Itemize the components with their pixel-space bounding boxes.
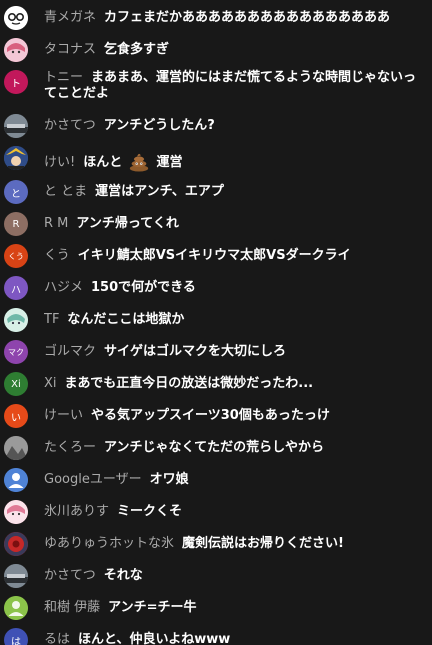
message-text: やる気アップスイーツ30個もあったっけ [91, 408, 330, 423]
author-name[interactable]: けーい [44, 408, 83, 423]
message-text: 運営はアンチ、エアプ [95, 184, 224, 199]
message-text: 150で何ができる [91, 280, 196, 295]
anime-girl-avatar[interactable] [4, 38, 28, 62]
user-initial-avatar[interactable]: ハ [4, 276, 28, 300]
message-text: まあまあ、運営的にはまだ慌てるような時間じゃないってことだよ [44, 70, 417, 101]
author-name[interactable]: かさてつ [44, 118, 96, 133]
message-text: サイゲはゴルマクを大切にしろ [104, 344, 287, 359]
user-initial-avatar[interactable]: R [4, 212, 28, 236]
author-name[interactable]: 青メガネ [44, 10, 96, 25]
anime-girl-avatar[interactable] [4, 308, 28, 332]
chat-message: くう くう イキリ鯖太郎VSイキリウマ太郎VSダークライ [0, 238, 432, 270]
author-name[interactable]: と とま [44, 184, 87, 199]
chat-message: い けーい やる気アップスイーツ30個もあったっけ [0, 398, 432, 430]
chat-message: かさてつ それな [0, 558, 432, 590]
author-name[interactable]: るは [44, 632, 70, 645]
message-text: アンチじゃなくてただの荒らしやから [104, 440, 324, 455]
chat-message: 和樹 伊藤 アンチ=チー牛 [0, 590, 432, 622]
author-name[interactable]: Xi [44, 376, 57, 391]
message-text-suffix: 運営 [156, 155, 183, 170]
message-text: 魔剣伝説はお帰りください! [182, 536, 344, 551]
live-chat-list: 青メガネ カフェまだかああああああああああああああああ タコナス 乞食多すぎ ト ト… [0, 0, 432, 645]
author-name[interactable]: ハジメ [44, 280, 83, 295]
chat-message: Googleユーザー オワ娘 [0, 462, 432, 494]
glasses-face-avatar[interactable] [4, 6, 28, 30]
chat-message: は るは ほんと、仲良いよねwww [0, 622, 432, 645]
message-text: イキリ鯖太郎VSイキリウマ太郎VSダークライ [77, 248, 351, 263]
anime-girl-avatar[interactable] [4, 500, 28, 524]
user-initial-avatar[interactable]: ト [4, 70, 28, 94]
message-text: アンチ=チー牛 [108, 600, 197, 615]
chat-message: 氷川ありす ミークくそ [0, 494, 432, 526]
author-name[interactable]: 和樹 伊藤 [44, 600, 100, 615]
chat-message: 青メガネ カフェまだかああああああああああああああああ [0, 0, 432, 32]
green-person-avatar[interactable] [4, 596, 28, 620]
author-name[interactable]: TF [44, 312, 59, 327]
message-text: それな [103, 568, 143, 583]
message-text: オワ娘 [149, 472, 189, 487]
author-name[interactable]: タコナス [44, 42, 96, 57]
anime-character-avatar[interactable] [4, 146, 28, 170]
message-text: ほんと [83, 155, 123, 170]
chat-message: たくろー アンチじゃなくてただの荒らしやから [0, 430, 432, 462]
user-initial-avatar[interactable]: くう [4, 244, 28, 268]
chat-message: けい! ほんと 運営 [0, 140, 432, 174]
user-initial-avatar[interactable]: マク [4, 340, 28, 364]
author-name[interactable]: たくろー [44, 440, 96, 455]
chat-message: ト トニー まあまあ、運営的にはまだ慌てるような時間じゃないってことだよ [0, 64, 432, 108]
chat-message: タコナス 乞食多すぎ [0, 32, 432, 64]
author-name[interactable]: けい! [44, 155, 75, 170]
author-name[interactable]: 氷川ありす [44, 504, 109, 519]
author-name[interactable]: くう [44, 248, 70, 263]
author-name[interactable]: Googleユーザー [44, 472, 142, 487]
user-initial-avatar[interactable]: は [4, 628, 28, 645]
message-text: なんだここは地獄か [67, 312, 185, 327]
default-user-avatar[interactable] [4, 468, 28, 492]
train-photo-avatar[interactable] [4, 114, 28, 138]
chat-message: ハ ハジメ 150で何ができる [0, 270, 432, 302]
chat-message: マク ゴルマク サイゲはゴルマクを大切にしろ [0, 334, 432, 366]
chat-message: かさてつ アンチどうしたん? [0, 108, 432, 140]
user-initial-avatar[interactable]: い [4, 404, 28, 428]
user-initial-avatar[interactable]: Xi [4, 372, 28, 396]
chat-message: と と とま 運営はアンチ、エアプ [0, 174, 432, 206]
message-text: まあでも正直今日の放送は微妙だったわ... [64, 376, 314, 391]
author-name[interactable]: ゆありゅうホットな氷 [44, 536, 174, 551]
chat-message: R R M アンチ帰ってくれ [0, 206, 432, 238]
chat-message: ゆありゅうホットな氷 魔剣伝説はお帰りください! [0, 526, 432, 558]
message-text: アンチ帰ってくれ [76, 216, 179, 231]
train-photo-avatar[interactable] [4, 564, 28, 588]
message-text: アンチどうしたん? [103, 118, 215, 133]
message-text: 乞食多すぎ [104, 42, 170, 57]
user-initial-avatar[interactable]: と [4, 180, 28, 204]
gray-photo-avatar[interactable] [4, 436, 28, 460]
author-name[interactable]: かさてつ [44, 568, 96, 583]
chat-message: TF なんだここは地獄か [0, 302, 432, 334]
message-text: ほんと、仲良いよねwww [78, 632, 231, 645]
red-emblem-avatar[interactable] [4, 532, 28, 556]
pile-of-poo-emoji [130, 153, 149, 172]
author-name[interactable]: ゴルマク [44, 344, 96, 359]
chat-message: Xi Xi まあでも正直今日の放送は微妙だったわ... [0, 366, 432, 398]
author-name[interactable]: R M [44, 216, 68, 231]
message-text: カフェまだかああああああああああああああああ [104, 10, 391, 25]
author-name[interactable]: トニー [44, 70, 83, 85]
message-text: ミークくそ [117, 504, 183, 519]
